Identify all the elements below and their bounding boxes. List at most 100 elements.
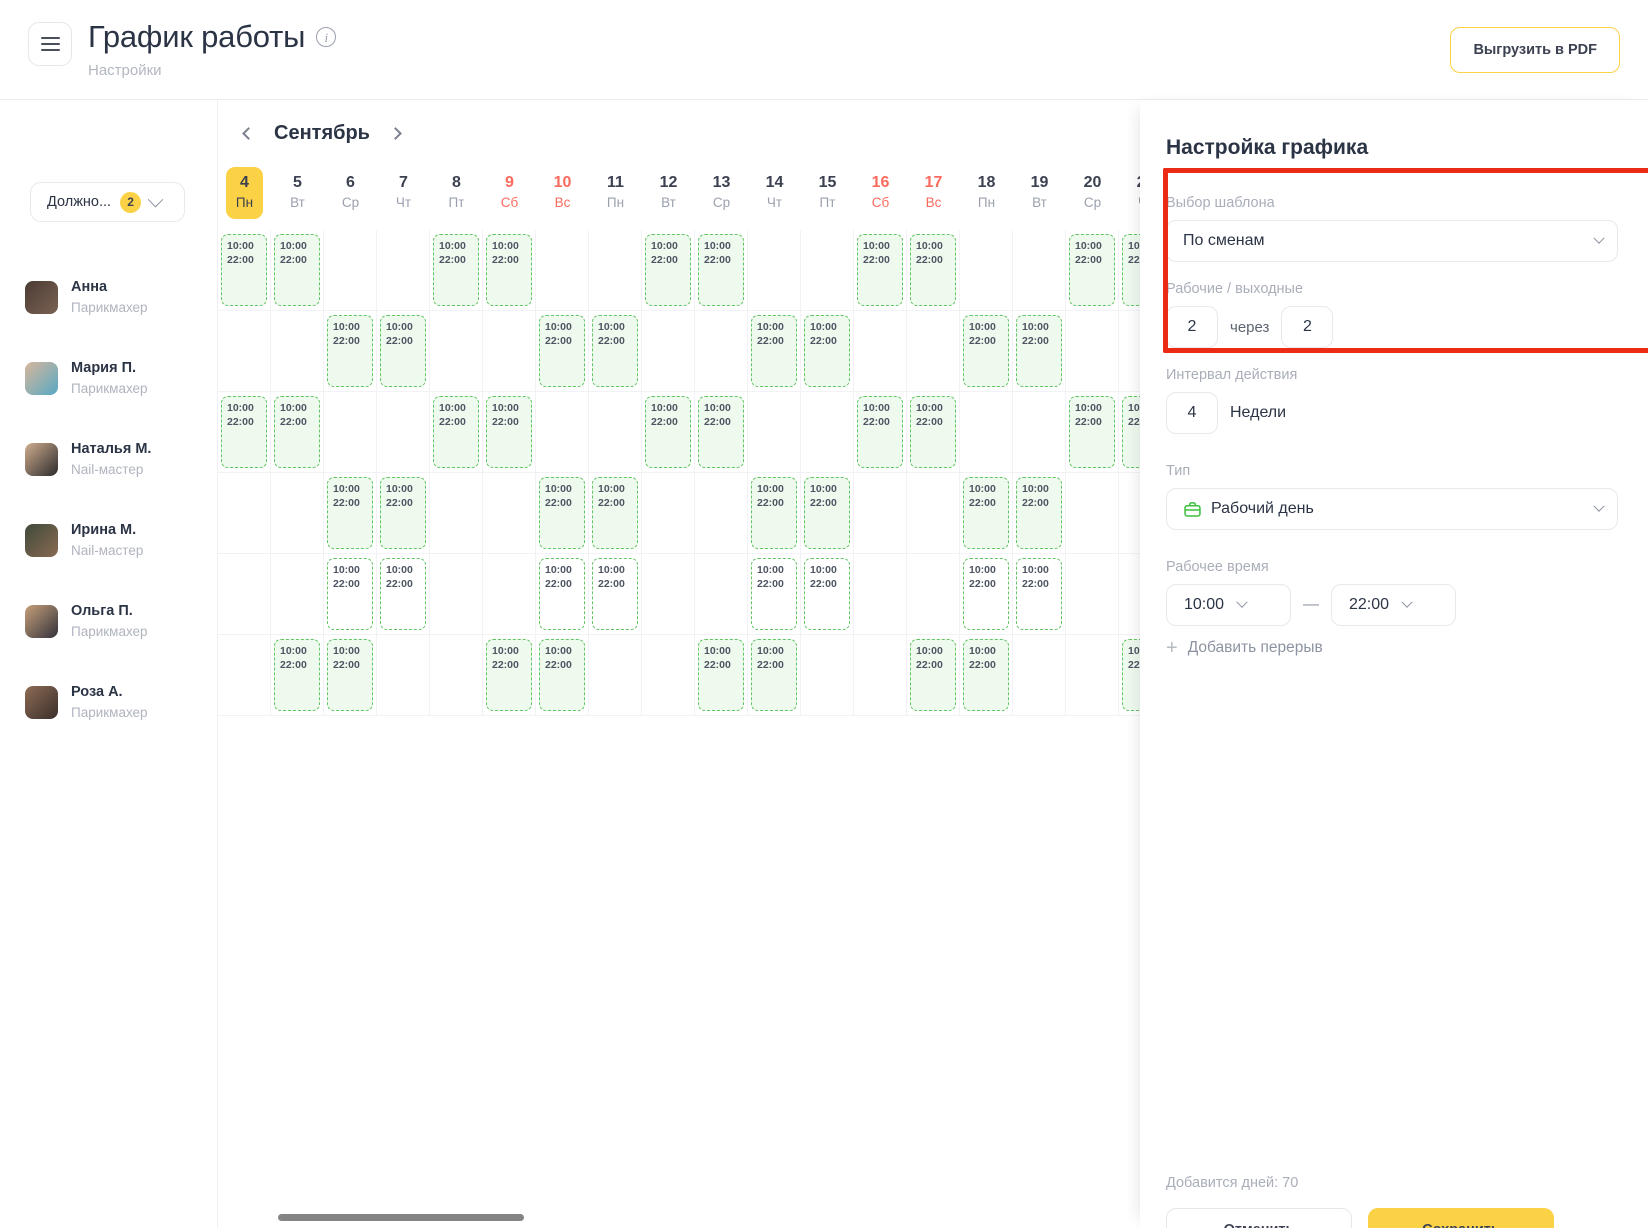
shift-cell[interactable]: 10:00 22:00 [1013, 311, 1066, 392]
employee-row[interactable]: Ольга П. Парикмахер [25, 581, 215, 662]
shift-cell[interactable] [1119, 311, 1140, 392]
shift-block[interactable]: 10:00 22:00 [963, 315, 1009, 387]
employee-row[interactable]: Роза А. Парикмахер [25, 662, 215, 743]
shift-cell[interactable] [1119, 554, 1140, 635]
horizontal-scrollbar[interactable] [278, 1214, 524, 1221]
day-header-cell[interactable]: 15 Пт [801, 165, 854, 230]
shift-block[interactable]: 10:00 22:00 [1016, 558, 1062, 630]
day-header-cell[interactable]: 9 Сб [483, 165, 536, 230]
shift-block[interactable]: 10:00 22:00 [645, 234, 691, 306]
shift-cell[interactable]: 10:00 22:00 [324, 311, 377, 392]
shift-cell[interactable]: 10:00 22:00 [695, 230, 748, 311]
shift-block[interactable]: 10:00 22:00 [857, 234, 903, 306]
shift-cell[interactable] [271, 311, 324, 392]
shift-block[interactable]: 10:00 22:00 [592, 477, 638, 549]
shift-cell[interactable] [854, 635, 907, 716]
shift-cell[interactable] [324, 392, 377, 473]
shift-cell[interactable]: 10:00 22:00 [907, 230, 960, 311]
shift-block[interactable]: 10:00 22:00 [327, 558, 373, 630]
shift-block[interactable]: 10:00 22:00 [221, 234, 267, 306]
shift-cell[interactable]: 10:00 22:00 [960, 635, 1013, 716]
shift-cell[interactable] [960, 230, 1013, 311]
shift-cell[interactable]: 10:00 22:00 [642, 230, 695, 311]
shift-cell[interactable]: 10:00 22:00 [907, 392, 960, 473]
shift-cell[interactable] [218, 311, 271, 392]
shift-block[interactable]: 10:00 22:00 [963, 558, 1009, 630]
shift-block[interactable]: 10:00 22:00 [380, 477, 426, 549]
shift-block[interactable]: 10:00 22:00 [1122, 234, 1140, 306]
work-time-from-select[interactable]: 10:00 [1166, 584, 1291, 626]
day-header-cell[interactable]: 12 Вт [642, 165, 695, 230]
employee-row[interactable]: Ирина М. Nail-мастер [25, 500, 215, 581]
hamburger-menu-button[interactable] [28, 22, 72, 66]
shift-cell[interactable] [854, 473, 907, 554]
shift-cell[interactable] [589, 230, 642, 311]
shift-cell[interactable] [430, 635, 483, 716]
shift-cell[interactable] [854, 311, 907, 392]
shift-cell[interactable]: 10:00 22:00 [1066, 392, 1119, 473]
shift-cell[interactable] [377, 230, 430, 311]
day-header-cell[interactable]: 10 Вс [536, 165, 589, 230]
add-break-button[interactable]: + Добавить перерыв [1166, 638, 1618, 658]
shift-cell[interactable] [218, 473, 271, 554]
shift-cell[interactable] [695, 473, 748, 554]
shift-cell[interactable]: 10:00 22:00 [854, 230, 907, 311]
shift-block[interactable]: 10:00 22:00 [963, 639, 1009, 711]
shift-cell[interactable]: 10:00 22:00 [642, 392, 695, 473]
shift-block[interactable]: 10:00 22:00 [645, 396, 691, 468]
shift-cell[interactable] [1066, 554, 1119, 635]
shift-block[interactable]: 10:00 22:00 [274, 639, 320, 711]
shift-block[interactable]: 10:00 22:00 [910, 396, 956, 468]
shift-block[interactable]: 10:00 22:00 [751, 315, 797, 387]
shift-cell[interactable] [483, 554, 536, 635]
shift-block[interactable]: 10:00 22:00 [433, 396, 479, 468]
shift-block[interactable]: 10:00 22:00 [592, 558, 638, 630]
shift-cell[interactable] [642, 554, 695, 635]
shift-block[interactable]: 10:00 22:00 [274, 396, 320, 468]
shift-cell[interactable]: 10:00 22:00 [483, 230, 536, 311]
shift-cell[interactable] [218, 635, 271, 716]
shift-cell[interactable] [1119, 473, 1140, 554]
shift-cell[interactable] [960, 392, 1013, 473]
shift-cell[interactable]: 10:00 22:00 [1119, 635, 1140, 716]
shift-cell[interactable]: 10:00 22:00 [377, 311, 430, 392]
shift-cell[interactable] [377, 635, 430, 716]
shift-cell[interactable] [1013, 392, 1066, 473]
shift-cell[interactable] [1013, 635, 1066, 716]
shift-cell[interactable] [377, 392, 430, 473]
shift-cell[interactable]: 10:00 22:00 [324, 635, 377, 716]
shift-block[interactable]: 10:00 22:00 [486, 639, 532, 711]
day-header-cell[interactable]: 21Чт [1119, 165, 1140, 230]
shift-block[interactable]: 10:00 22:00 [274, 234, 320, 306]
info-icon[interactable]: i [316, 27, 337, 48]
shift-cell[interactable] [589, 392, 642, 473]
type-select[interactable]: Рабочий день [1166, 488, 1618, 530]
shift-cell[interactable]: 10:00 22:00 [271, 635, 324, 716]
shift-cell[interactable] [907, 473, 960, 554]
work-days-input[interactable]: 2 [1166, 306, 1218, 348]
shift-cell[interactable] [218, 554, 271, 635]
shift-cell[interactable]: 10:00 22:00 [271, 230, 324, 311]
shift-cell[interactable]: 10:00 22:00 [748, 635, 801, 716]
role-filter-dropdown[interactable]: Должно... 2 [30, 182, 185, 222]
shift-cell[interactable]: 10:00 22:00 [1066, 230, 1119, 311]
shift-cell[interactable] [430, 554, 483, 635]
day-header-cell[interactable]: 5 Вт [271, 165, 324, 230]
shift-cell[interactable] [589, 635, 642, 716]
shift-block[interactable]: 10:00 22:00 [486, 396, 532, 468]
shift-block[interactable]: 10:00 22:00 [698, 639, 744, 711]
shift-block[interactable]: 10:00 22:00 [963, 477, 1009, 549]
export-pdf-button[interactable]: Выгрузить в PDF [1450, 27, 1620, 73]
template-select[interactable]: По сменам [1166, 220, 1618, 262]
shift-cell[interactable]: 10:00 22:00 [695, 392, 748, 473]
shift-cell[interactable] [748, 230, 801, 311]
shift-cell[interactable]: 10:00 22:00 [324, 473, 377, 554]
shift-cell[interactable]: 10:00 22:00 [589, 311, 642, 392]
employee-row[interactable]: Наталья М. Nail-мастер [25, 419, 215, 500]
shift-cell[interactable] [536, 230, 589, 311]
shift-block[interactable]: 10:00 22:00 [539, 315, 585, 387]
shift-block[interactable]: 10:00 22:00 [486, 234, 532, 306]
shift-block[interactable]: 10:00 22:00 [1122, 639, 1140, 711]
employee-row[interactable]: Мария П. Парикмахер [25, 338, 215, 419]
day-header-cell[interactable]: 4 Пн [218, 165, 271, 230]
